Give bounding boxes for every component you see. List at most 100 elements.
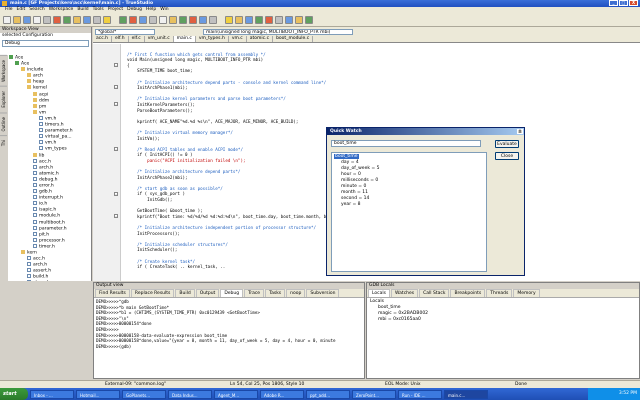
taskbar-task[interactable]: ZeroPoint... [352,389,396,399]
taskbar-tasks: Inbox - ... Hotmail... GoPlanets... Data In… [28,389,488,399]
toolbar-button-icon[interactable] [225,16,233,24]
tree-item-label: include [27,67,44,73]
toolbar-button-icon[interactable] [159,16,167,24]
tab-acc-h[interactable]: acc.h [93,36,112,42]
taskbar-task[interactable]: Agent_M... [214,389,258,399]
tree-item-label: pm [39,104,47,110]
tab-atomic-c[interactable]: atomic.c [247,36,274,42]
taskbar-task[interactable]: ppt_add... [306,389,350,399]
locals-tab-call-stack[interactable]: Call Stack [419,289,450,297]
toolbar-button-icon[interactable] [103,16,111,24]
configuration-select[interactable]: Debug [2,40,89,47]
toolbar-button-icon[interactable] [305,16,313,24]
fold-toggle-icon[interactable]: - [114,214,118,218]
output-tab-output[interactable]: Output [195,289,220,297]
toolbar-button-icon[interactable] [23,16,31,24]
toolbar-button-icon[interactable] [235,16,243,24]
fold-toggle-icon[interactable]: - [114,191,118,196]
tab-vm_types-h[interactable]: vm_types.h [196,36,229,42]
tree-item-label: kernel [33,85,47,91]
close-icon[interactable]: X [517,129,523,134]
locals-tab-locals[interactable]: Locals [368,289,391,297]
side-tab-explorer[interactable]: Explorer [0,85,7,112]
file-icon [27,280,31,281]
toolbar-button-icon[interactable] [295,16,303,24]
tab-boot_module-c[interactable]: boot_module.c [273,36,314,42]
toolbar-button-icon[interactable] [83,16,91,24]
toolbar-button-icon[interactable] [139,16,147,24]
maximize-button[interactable]: □ [619,0,628,6]
toolbar-button-icon[interactable] [189,16,197,24]
taskbar-task[interactable]: Inbox - ... [30,389,74,399]
taskbar-task[interactable]: Data Indus... [168,389,212,399]
output-tab-debug[interactable]: Debug [220,289,244,297]
tree-item-label: processor.h [39,238,65,244]
toolbar-button-icon[interactable] [275,16,283,24]
output-tab-build[interactable]: Build [175,289,195,297]
locals-tab-threads[interactable]: Threads [486,289,513,297]
toolbar-button-icon[interactable] [149,16,157,24]
tree-item[interactable]: ctype.h [9,280,89,281]
taskbar-task[interactable]: Adobe R... [260,389,304,399]
file-icon [33,158,37,163]
fold-toggle-icon[interactable]: - [114,85,118,90]
tab-vm_unit-c[interactable]: vm_unit.c [145,36,174,42]
taskbar-task[interactable]: Run - IDE ... [398,389,442,399]
close-button[interactable]: Close [495,152,519,160]
tab-elf-h[interactable]: elf.h [112,36,129,42]
taskbar: start Inbox - ... Hotmail... GoPlanets... D… [0,388,640,400]
toolbar-button-icon[interactable] [255,16,263,24]
tab-main-c[interactable]: main.c [173,36,196,42]
fold-toggle-icon[interactable]: - [114,146,118,151]
file-icon [33,189,37,194]
minimize-button[interactable]: _ [609,0,618,6]
taskbar-task[interactable]: GoPlanets... [122,389,166,399]
start-button[interactable]: start [0,388,28,400]
fold-toggle-icon[interactable]: - [114,62,118,67]
toolbar-button-icon[interactable] [285,16,293,24]
toolbar-button-icon[interactable] [3,16,11,24]
close-window-button[interactable]: X [629,0,638,6]
output-tab-find-results[interactable]: Find Results [95,289,130,297]
toolbar-button-icon[interactable] [179,16,187,24]
output-tab-trace[interactable]: Trace [244,289,265,297]
tab-elf-c[interactable]: elf.c [129,36,145,42]
taskbar-task[interactable]: Hotmail... [76,389,120,399]
watch-item[interactable]: year = 8 [332,202,486,208]
tree-item-label: lib [39,153,45,158]
toolbar-button-icon[interactable] [43,16,51,24]
local-item[interactable]: mbi = 0xc0165aa0 [370,317,636,323]
tab-vm-c[interactable]: vm.c [229,36,247,42]
taskbar-task[interactable]: main.c... [444,389,488,399]
output-tab-tasks[interactable]: Tasks [265,289,286,297]
fold-toggle-icon[interactable]: - [114,102,118,106]
function-combo[interactable]: main(unsigned long magic, MULTIBOOT_INFO… [203,28,353,35]
toolbar-button-icon[interactable] [73,16,81,24]
toolbar-button-icon[interactable] [129,16,137,24]
scope-combo[interactable]: *global* [95,28,155,35]
side-tab-workspace[interactable]: Workspace [0,55,7,86]
locals-tab-watches[interactable]: Watches [391,289,419,297]
toolbar-button-icon[interactable] [119,16,127,24]
toolbar-button-icon[interactable] [265,16,273,24]
output-tab-replace-results[interactable]: Replace Results [130,289,175,297]
toolbar-button-icon[interactable] [209,16,217,24]
toolbar-button-icon[interactable] [93,16,101,24]
toolbar-button-icon[interactable] [245,16,253,24]
toolbar-button-icon[interactable] [169,16,177,24]
output-tab-noop[interactable]: noop [286,289,306,297]
locals-tab-memory[interactable]: Memory [513,289,540,297]
toolbar-button-icon[interactable] [13,16,21,24]
side-tab-thi[interactable]: Thi [0,135,7,151]
toolbar-button-icon[interactable] [63,16,71,24]
output-tab-subversion[interactable]: Subversion [306,289,340,297]
tree-item-label: vm [39,110,47,116]
toolbar-button-icon[interactable] [33,16,41,24]
expression-input[interactable]: boot_time [331,140,481,147]
side-tab-outline[interactable]: Outline [0,111,7,136]
evaluate-button[interactable]: Evaluate [495,140,519,148]
toolbar-button-icon[interactable] [53,16,61,24]
toolbar-button-icon[interactable] [199,16,207,24]
locals-tab-breakpoints[interactable]: Breakpoints [450,289,486,297]
tree-item-label: multiboot.h [39,220,65,226]
